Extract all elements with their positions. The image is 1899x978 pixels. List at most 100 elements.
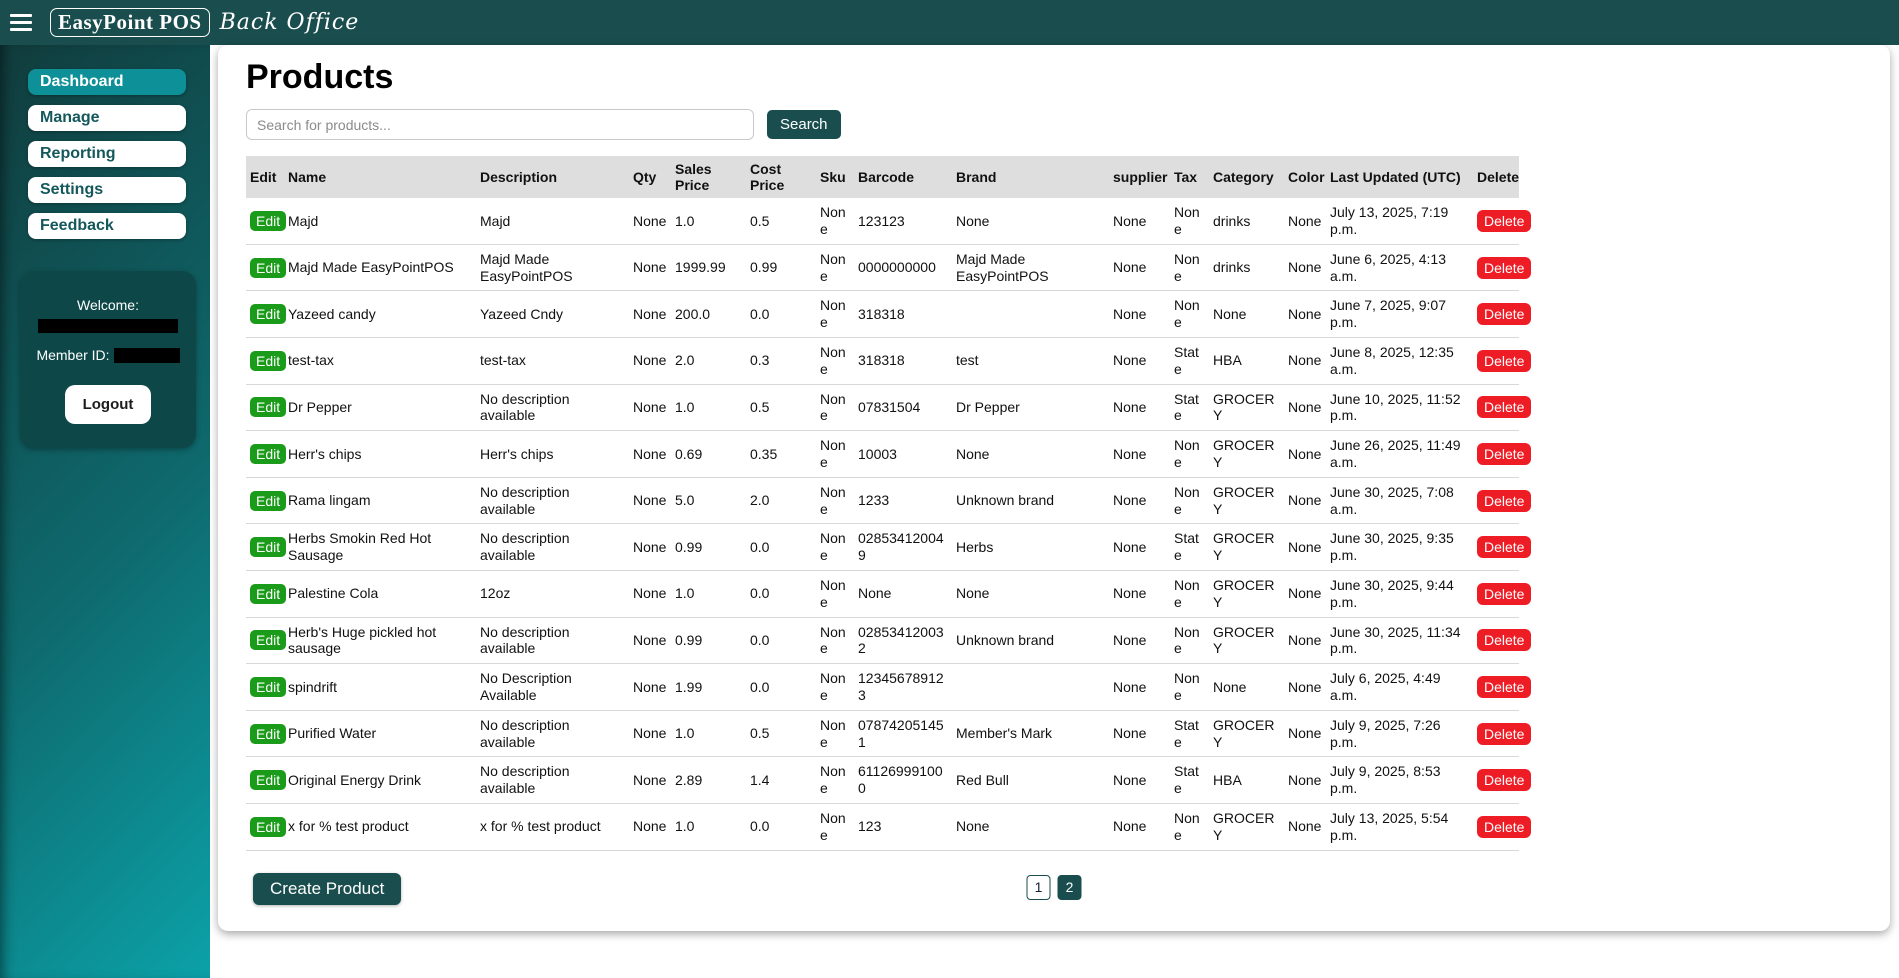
sidebar-item-dashboard[interactable]: Dashboard (28, 69, 186, 95)
cell-description: No description available (476, 384, 629, 431)
cell-sales-price: 2.89 (671, 757, 746, 804)
cell-sku: None (816, 384, 854, 431)
delete-button[interactable]: Delete (1477, 536, 1531, 558)
cell-name: Herr's chips (284, 431, 476, 478)
table-row: EditPurified WaterNo description availab… (246, 710, 1519, 757)
cell-tax: State (1170, 710, 1209, 757)
cell-qty: None (629, 477, 671, 524)
delete-button[interactable]: Delete (1477, 443, 1531, 465)
cell-sales-price: 1.0 (671, 198, 746, 244)
cell-cost-price: 0.5 (746, 384, 816, 431)
cell-barcode: None (854, 570, 952, 617)
delete-button[interactable]: Delete (1477, 210, 1531, 232)
cell-supplier: None (1109, 710, 1170, 757)
search-input[interactable] (246, 109, 754, 140)
pagination-page-2[interactable]: 2 (1058, 875, 1082, 900)
products-card: Products Search Edit Name Description (218, 45, 1890, 931)
cell-category: GROCERY (1209, 524, 1284, 571)
edit-button[interactable]: Edit (250, 770, 286, 790)
cell-description: 12oz (476, 570, 629, 617)
cell-supplier: None (1109, 477, 1170, 524)
sidebar-item-manage[interactable]: Manage (28, 105, 186, 131)
cell-sales-price: 1.0 (671, 384, 746, 431)
search-button[interactable]: Search (767, 110, 841, 139)
cell-name: Majd (284, 198, 476, 244)
delete-button[interactable]: Delete (1477, 723, 1531, 745)
cell-cost-price: 0.0 (746, 570, 816, 617)
delete-button[interactable]: Delete (1477, 583, 1531, 605)
cell-last-updated: June 8, 2025, 12:35 a.m. (1326, 337, 1473, 384)
cell-category: GROCERY (1209, 431, 1284, 478)
hamburger-menu-icon[interactable] (10, 10, 40, 36)
edit-button[interactable]: Edit (250, 258, 286, 278)
col-edit: Edit (246, 156, 284, 198)
cell-supplier: None (1109, 244, 1170, 291)
table-row: EditspindriftNo Description AvailableNon… (246, 664, 1519, 711)
edit-button[interactable]: Edit (250, 724, 286, 744)
edit-button[interactable]: Edit (250, 397, 286, 417)
logout-button[interactable]: Logout (65, 385, 152, 424)
table-row: EditDr PepperNo description availableNon… (246, 384, 1519, 431)
cell-category: GROCERY (1209, 803, 1284, 850)
edit-button[interactable]: Edit (250, 211, 286, 231)
cell-sku: None (816, 524, 854, 571)
edit-button[interactable]: Edit (250, 444, 286, 464)
cell-description: No description available (476, 757, 629, 804)
edit-button[interactable]: Edit (250, 537, 286, 557)
create-product-button[interactable]: Create Product (253, 873, 401, 905)
cell-category: None (1209, 664, 1284, 711)
top-header: EasyPoint POS Back Office (0, 0, 1899, 45)
cell-color: None (1284, 803, 1326, 850)
cell-color: None (1284, 244, 1326, 291)
app-logo[interactable]: EasyPoint POS (50, 8, 210, 37)
edit-button[interactable]: Edit (250, 584, 286, 604)
cell-supplier: None (1109, 337, 1170, 384)
page-title: Products (246, 58, 1862, 97)
delete-button[interactable]: Delete (1477, 676, 1531, 698)
delete-button[interactable]: Delete (1477, 303, 1531, 325)
cell-cost-price: 0.5 (746, 710, 816, 757)
cell-brand: Red Bull (952, 757, 1109, 804)
cell-tax: None (1170, 291, 1209, 338)
cell-barcode: 318318 (854, 291, 952, 338)
edit-button[interactable]: Edit (250, 677, 286, 697)
cell-description: No Description Available (476, 664, 629, 711)
delete-button[interactable]: Delete (1477, 490, 1531, 512)
cell-supplier: None (1109, 198, 1170, 244)
cell-brand: None (952, 803, 1109, 850)
cell-barcode: 123456789123 (854, 664, 952, 711)
cell-sales-price: 2.0 (671, 337, 746, 384)
cell-qty: None (629, 384, 671, 431)
cell-category: GROCERY (1209, 617, 1284, 664)
delete-button[interactable]: Delete (1477, 257, 1531, 279)
cell-name: Original Energy Drink (284, 757, 476, 804)
cell-qty: None (629, 337, 671, 384)
cell-last-updated: July 9, 2025, 7:26 p.m. (1326, 710, 1473, 757)
edit-button[interactable]: Edit (250, 304, 286, 324)
table-row: EditMajd Made EasyPointPOSMajd Made Easy… (246, 244, 1519, 291)
cell-brand: None (952, 431, 1109, 478)
cell-tax: None (1170, 431, 1209, 478)
cell-cost-price: 2.0 (746, 477, 816, 524)
cell-sales-price: 0.69 (671, 431, 746, 478)
cell-cost-price: 0.99 (746, 244, 816, 291)
sidebar-item-reporting[interactable]: Reporting (28, 141, 186, 167)
cell-qty: None (629, 524, 671, 571)
edit-button[interactable]: Edit (250, 630, 286, 650)
pagination-page-1[interactable]: 1 (1027, 875, 1051, 900)
cell-category: None (1209, 291, 1284, 338)
cell-description: x for % test product (476, 803, 629, 850)
edit-button[interactable]: Edit (250, 817, 286, 837)
delete-button[interactable]: Delete (1477, 396, 1531, 418)
cell-sales-price: 1.0 (671, 570, 746, 617)
edit-button[interactable]: Edit (250, 491, 286, 511)
delete-button[interactable]: Delete (1477, 350, 1531, 372)
sidebar-item-settings[interactable]: Settings (28, 177, 186, 203)
edit-button[interactable]: Edit (250, 351, 286, 371)
delete-button[interactable]: Delete (1477, 629, 1531, 651)
cell-cost-price: 1.4 (746, 757, 816, 804)
cell-barcode: 123 (854, 803, 952, 850)
delete-button[interactable]: Delete (1477, 769, 1531, 791)
delete-button[interactable]: Delete (1477, 816, 1531, 838)
sidebar-item-feedback[interactable]: Feedback (28, 213, 186, 239)
